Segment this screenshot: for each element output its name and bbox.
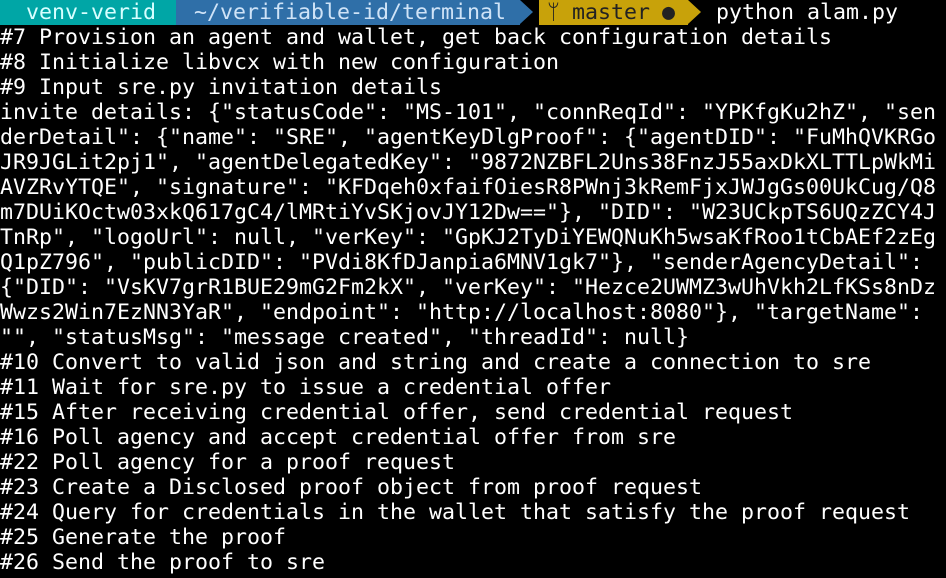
output-line: TnRp", "logoUrl": null, "verKey": "GpKJ2… — [0, 225, 937, 250]
git-dirty-indicator-icon: ● — [662, 0, 676, 25]
terminal-window[interactable]: venv-verid ~/verifiable-id/terminal ᛘ ma… — [0, 0, 946, 578]
output-line: invite details: {"statusCode": "MS-101",… — [0, 100, 937, 125]
output-line: #9 Input sre.py invitation details — [0, 75, 443, 100]
output-line: JR9JGLit2pj1", "agentDelegatedKey": "987… — [0, 150, 937, 175]
output-line: #22 Poll agency for a proof request — [0, 450, 456, 475]
output-line: derDetail": {"name": "SRE", "agentKeyDlg… — [0, 125, 937, 150]
output-line: #24 Query for credentials in the wallet … — [0, 500, 911, 525]
output-line: m7DUiKOctw03xkQ617gC4/lMRtiYvSKjovJY12Dw… — [0, 200, 937, 225]
output-line: #8 Initialize libvcx with new configurat… — [0, 50, 560, 75]
venv-name: venv-verid — [26, 0, 157, 25]
git-segment-arrow — [688, 0, 701, 24]
output-line: #26 Send the proof to sre — [0, 550, 326, 575]
output-line: {"DID": "VsKV7grR1BUE29mG2Fm2kX", "verKe… — [0, 275, 937, 300]
output-line: #23 Create a Disclosed proof object from… — [0, 475, 703, 500]
output-line: AVZRvYTQE", "signature": "KFDqeh0xfaifOi… — [0, 175, 937, 200]
output-line: Q1pZ796", "publicDID": "PVdi8KfDJanpia6M… — [0, 250, 924, 275]
path-segment-arrow — [520, 0, 533, 24]
git-branch-icon: ᛘ — [547, 0, 560, 25]
output-line: #10 Convert to valid json and string and… — [0, 350, 872, 375]
output-line: #15 After receiving credential offer, se… — [0, 400, 794, 425]
current-directory: ~/verifiable-id/terminal — [194, 0, 507, 25]
output-line: "", "statusMsg": "message created", "thr… — [0, 325, 690, 350]
git-branch-name: master — [572, 0, 651, 25]
shell-prompt: venv-verid ~/verifiable-id/terminal ᛘ ma… — [0, 0, 946, 25]
command-text: python alam.py — [716, 0, 899, 25]
output-line: #11 Wait for sre.py to issue a credentia… — [0, 375, 612, 400]
output-line: #16 Poll agency and accept credential of… — [0, 425, 677, 450]
output-line: #25 Generate the proof — [0, 525, 287, 550]
output-line: Wwzs2Win7EzNN3YaR", "endpoint": "http://… — [0, 300, 924, 325]
output-line: #7 Provision an agent and wallet, get ba… — [0, 25, 833, 50]
